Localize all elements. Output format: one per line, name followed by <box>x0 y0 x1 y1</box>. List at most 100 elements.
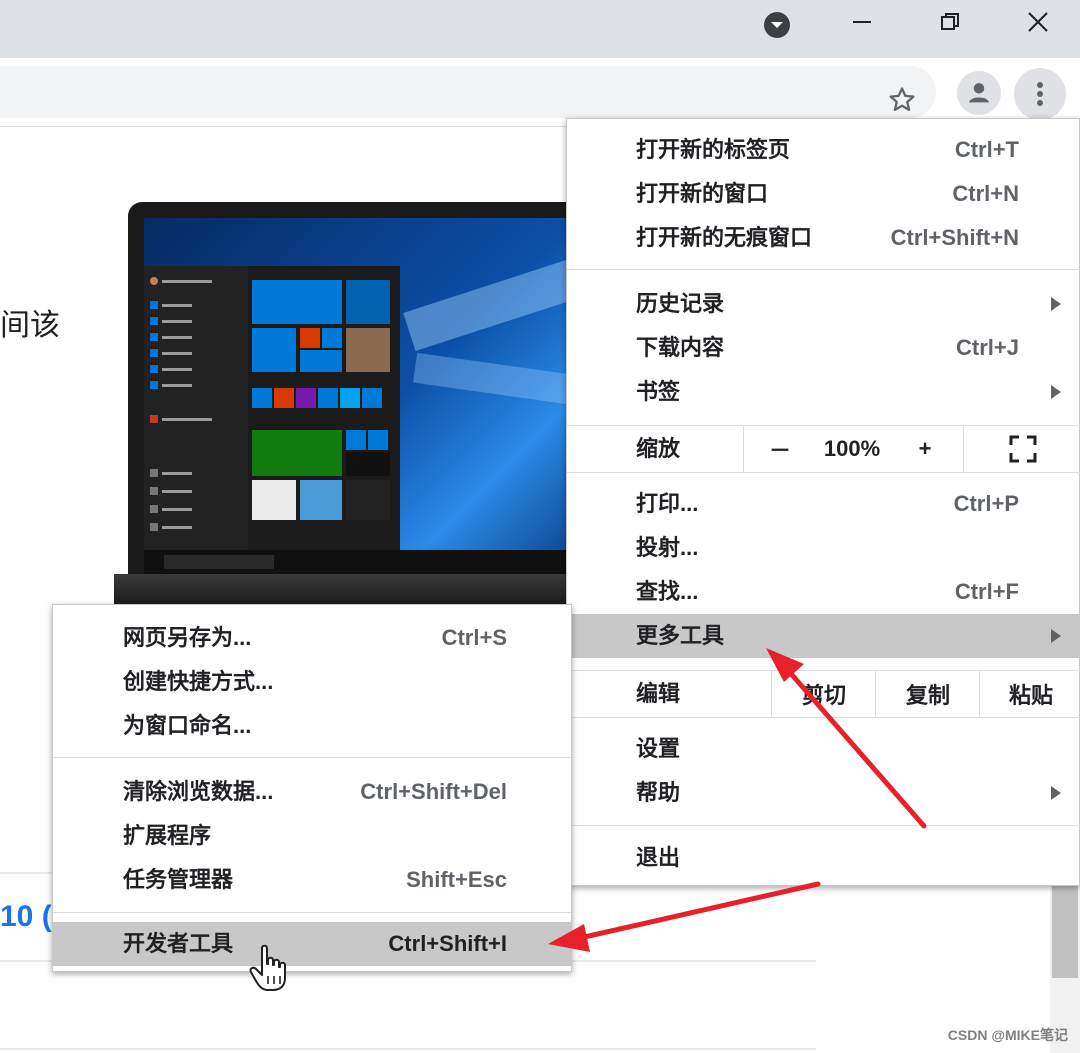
menu-item-new-tab[interactable]: 打开新的标签页 Ctrl+T <box>567 128 1080 172</box>
menu-item-history[interactable]: 历史记录 <box>567 282 1080 326</box>
submenu-item-task-manager[interactable]: 任务管理器 Shift+Esc <box>53 858 571 902</box>
chevron-down-circle-icon[interactable] <box>762 10 792 40</box>
menu-item-label: 书签 <box>636 379 681 404</box>
chrome-main-menu: 打开新的标签页 Ctrl+T 打开新的窗口 Ctrl+N 打开新的无痕窗口 Ct… <box>566 118 1080 886</box>
menu-item-shortcut: Ctrl+T <box>954 137 1019 162</box>
scrollbar-thumb[interactable] <box>1052 886 1078 978</box>
cut-label: 剪切 <box>801 683 846 708</box>
submenu-item-shortcut: Ctrl+Shift+I <box>388 931 507 956</box>
hand-cursor-icon <box>248 944 288 997</box>
submenu-item-create-shortcut[interactable]: 创建快捷方式... <box>53 660 571 704</box>
content-divider <box>0 126 570 127</box>
zoom-label: 缩放 <box>636 436 681 461</box>
menu-separator <box>567 269 1080 270</box>
menu-item-label: 退出 <box>636 845 681 870</box>
zoom-out-button[interactable]: － <box>743 426 816 472</box>
menu-item-more-tools[interactable]: 更多工具 <box>567 614 1080 658</box>
page-link-fragment[interactable]: 10 ( <box>0 900 52 934</box>
submenu-item-label: 为窗口命名... <box>123 713 252 738</box>
address-bar[interactable] <box>0 66 936 118</box>
windows-10-laptop-image <box>114 202 570 606</box>
menu-item-bookmarks[interactable]: 书签 <box>567 370 1080 414</box>
submenu-arrow-icon <box>1051 629 1061 643</box>
submenu-item-save-page-as[interactable]: 网页另存为... Ctrl+S <box>53 616 571 660</box>
menu-item-help[interactable]: 帮助 <box>567 771 1080 815</box>
menu-item-label: 投射... <box>636 535 699 560</box>
restore-icon[interactable] <box>920 0 980 44</box>
submenu-item-label: 清除浏览数据... <box>123 779 274 804</box>
menu-item-label: 打开新的标签页 <box>636 137 791 162</box>
profile-icon[interactable] <box>957 71 1001 115</box>
submenu-item-clear-browsing-data[interactable]: 清除浏览数据... Ctrl+Shift+Del <box>53 770 571 814</box>
copy-label: 复制 <box>905 683 950 708</box>
menu-item-label: 打印... <box>636 491 699 516</box>
menu-item-label: 下载内容 <box>636 335 725 360</box>
submenu-separator <box>53 912 571 913</box>
submenu-item-shortcut: Shift+Esc <box>406 867 507 892</box>
menu-item-label: 更多工具 <box>636 623 725 648</box>
menu-item-shortcut: Ctrl+Shift+N <box>890 225 1019 250</box>
submenu-item-extensions[interactable]: 扩展程序 <box>53 814 571 858</box>
fullscreen-button[interactable] <box>963 426 1080 472</box>
submenu-item-label: 扩展程序 <box>123 823 212 848</box>
menu-item-exit[interactable]: 退出 <box>567 836 1080 880</box>
zoom-level: 100% <box>816 426 888 472</box>
page-text-fragment: 间该 <box>0 309 60 342</box>
paste-button[interactable]: 粘贴 <box>979 671 1080 717</box>
menu-zoom-row: 缩放 － 100% + <box>567 426 1080 472</box>
submenu-item-label: 创建快捷方式... <box>123 669 274 694</box>
menu-separator <box>567 825 1080 826</box>
menu-item-settings[interactable]: 设置 <box>567 727 1080 771</box>
menu-item-label: 打开新的无痕窗口 <box>636 225 813 250</box>
star-icon[interactable] <box>884 82 920 118</box>
fullscreen-icon <box>1009 435 1037 463</box>
menu-item-shortcut: Ctrl+J <box>956 335 1019 360</box>
title-bar <box>0 0 1080 58</box>
menu-item-label: 查找... <box>636 579 699 604</box>
menu-item-shortcut: Ctrl+P <box>953 491 1019 516</box>
submenu-item-label: 任务管理器 <box>123 867 234 892</box>
menu-item-label: 帮助 <box>636 780 681 805</box>
toolbar <box>0 58 1080 124</box>
copy-button[interactable]: 复制 <box>875 671 980 717</box>
zoom-in-button[interactable]: + <box>889 426 961 472</box>
submenu-arrow-icon <box>1051 786 1061 800</box>
menu-separator <box>567 472 1080 473</box>
submenu-arrow-icon <box>1051 297 1061 311</box>
close-icon[interactable] <box>1008 0 1068 44</box>
menu-item-new-incognito-window[interactable]: 打开新的无痕窗口 Ctrl+Shift+N <box>567 216 1080 260</box>
submenu-item-shortcut: Ctrl+Shift+Del <box>360 779 507 804</box>
watermark: CSDN @MIKE笔记 <box>947 1027 1068 1043</box>
menu-item-print[interactable]: 打印... Ctrl+P <box>567 482 1080 526</box>
zoom-out-label: － <box>768 438 791 463</box>
menu-item-label: 打开新的窗口 <box>636 181 769 206</box>
divider <box>0 872 60 874</box>
kebab-menu-icon[interactable] <box>1014 68 1066 120</box>
submenu-item-label: 网页另存为... <box>123 625 252 650</box>
menu-separator <box>567 717 1080 718</box>
submenu-item-developer-tools[interactable]: 开发者工具 Ctrl+Shift+I <box>53 922 571 966</box>
zoom-value: 100% <box>823 436 881 461</box>
menu-item-cast[interactable]: 投射... <box>567 526 1080 570</box>
zoom-in-label: + <box>918 436 932 461</box>
menu-item-label: 历史记录 <box>636 291 725 316</box>
submenu-separator <box>53 757 571 758</box>
annotation-arrow-devtools <box>577 881 821 941</box>
menu-item-find[interactable]: 查找... Ctrl+F <box>567 570 1080 614</box>
menu-item-shortcut: Ctrl+N <box>952 181 1019 206</box>
submenu-item-name-window[interactable]: 为窗口命名... <box>53 704 571 748</box>
submenu-item-label: 开发者工具 <box>123 931 234 956</box>
submenu-item-shortcut: Ctrl+S <box>441 625 507 650</box>
paste-label: 粘贴 <box>1008 683 1053 708</box>
cut-button[interactable]: 剪切 <box>771 671 876 717</box>
menu-item-downloads[interactable]: 下载内容 Ctrl+J <box>567 326 1080 370</box>
menu-item-label: 设置 <box>636 736 681 761</box>
menu-edit-row: 编辑 剪切 复制 粘贴 <box>567 671 1080 717</box>
edit-label: 编辑 <box>636 681 681 706</box>
menu-item-new-window[interactable]: 打开新的窗口 Ctrl+N <box>567 172 1080 216</box>
menu-item-shortcut: Ctrl+F <box>954 579 1019 604</box>
more-tools-submenu: 网页另存为... Ctrl+S 创建快捷方式... 为窗口命名... 清除浏览数… <box>52 604 572 972</box>
divider <box>0 1048 816 1050</box>
submenu-arrow-icon <box>1051 385 1061 399</box>
minimize-icon[interactable] <box>832 0 892 44</box>
